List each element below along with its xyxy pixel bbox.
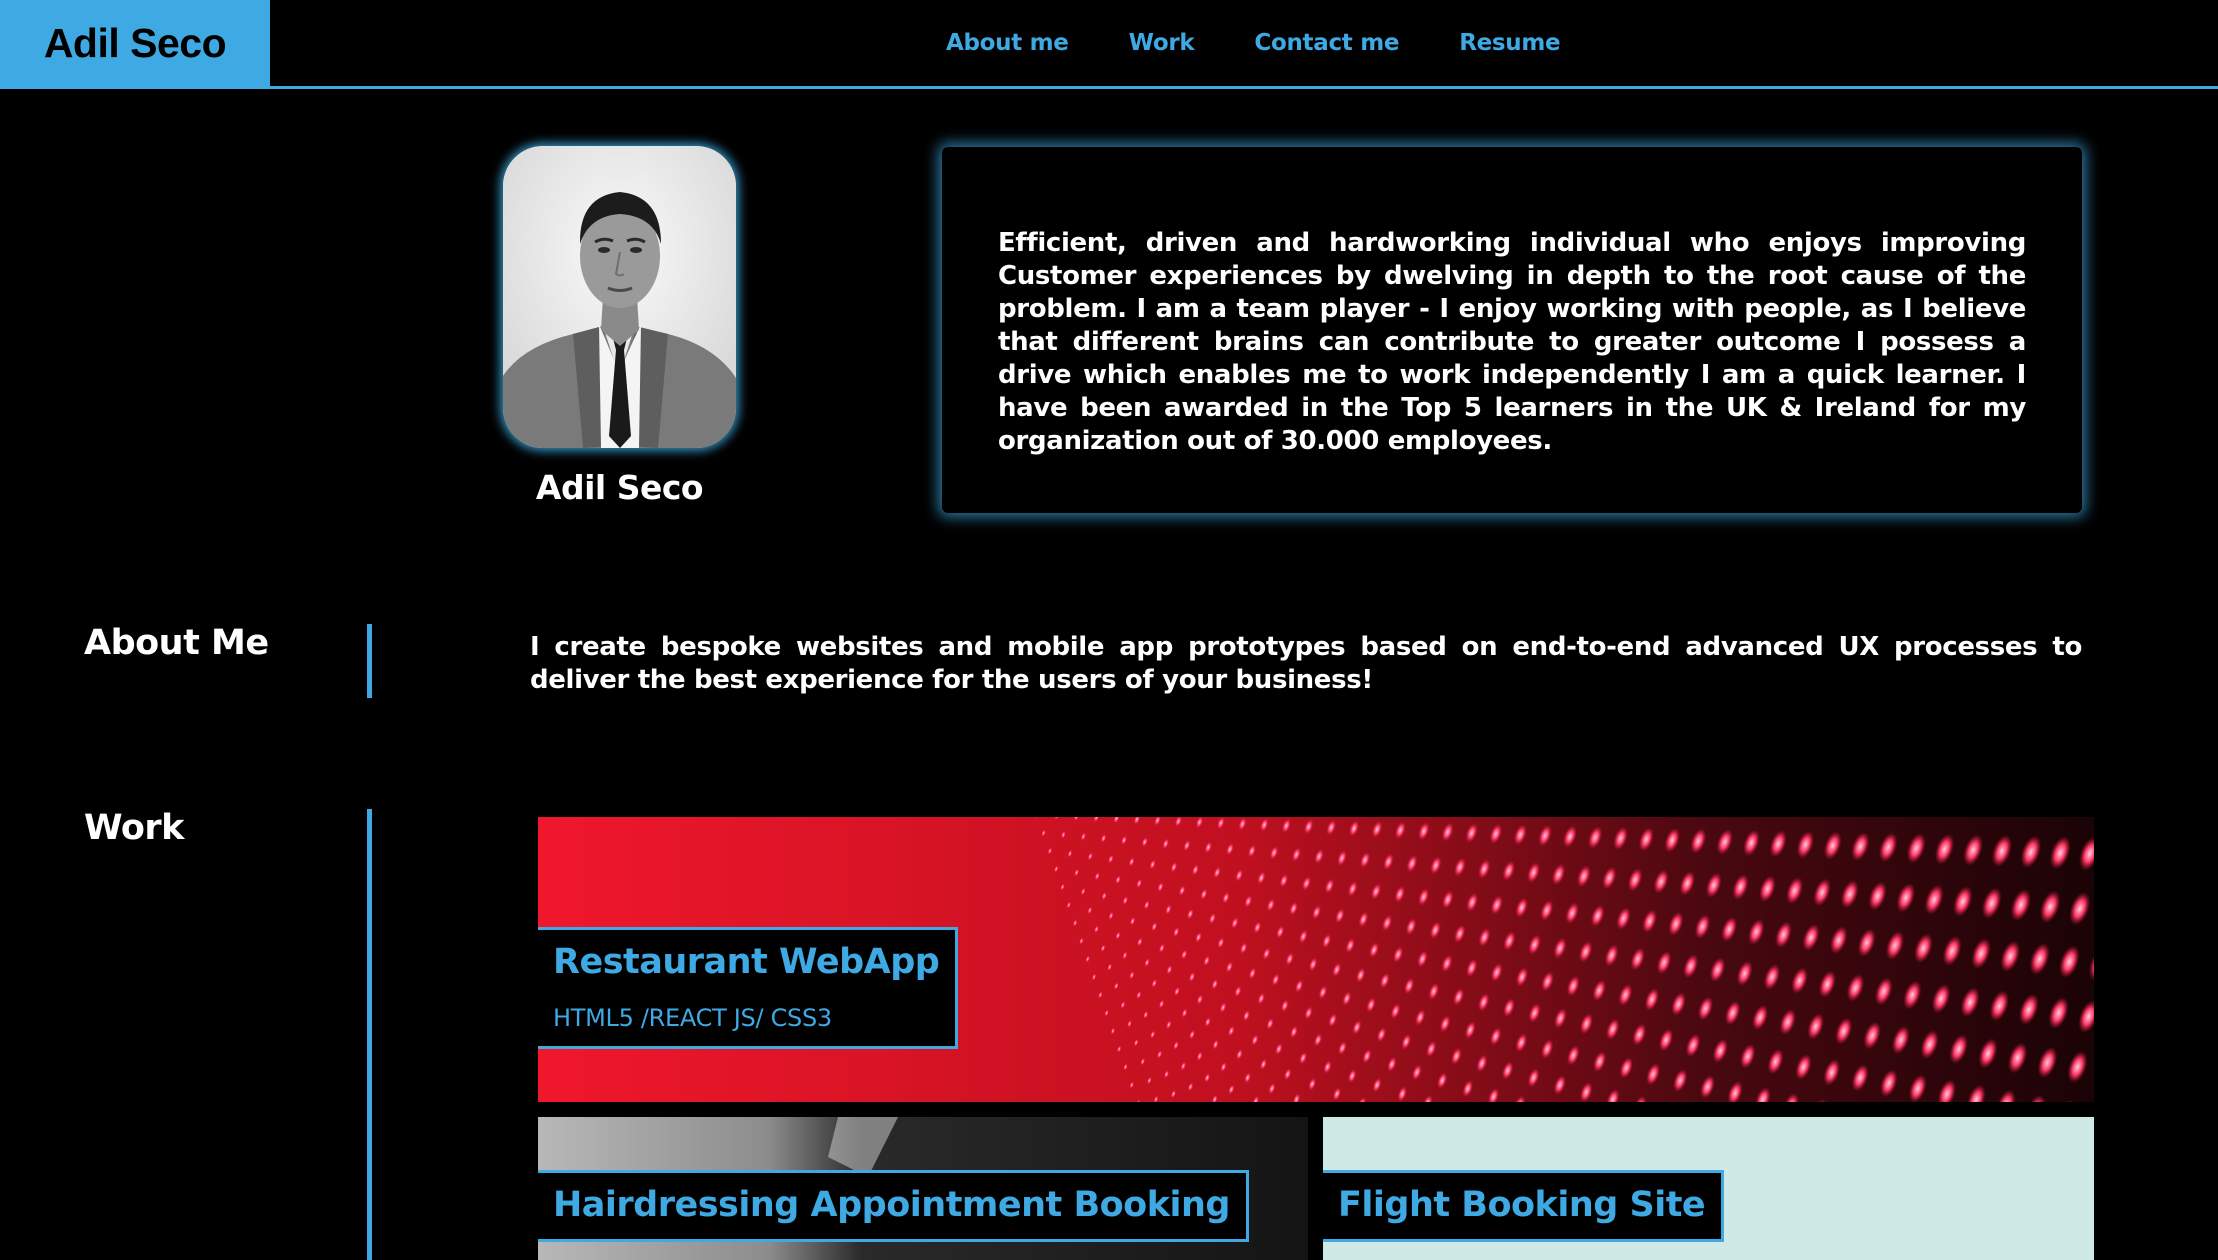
site-logo[interactable]: Adil Seco (0, 0, 270, 86)
nav-about-me[interactable]: About me (946, 30, 1069, 56)
work-divider (367, 809, 372, 1260)
bio-card: Efficient, driven and hardworking indivi… (942, 147, 2082, 513)
nav-work[interactable]: Work (1129, 30, 1195, 56)
project-label: Flight Booking Site (1323, 1170, 1725, 1242)
profile-name: Adil Seco (535, 468, 704, 507)
site-header: Adil Seco About me Work Contact me Resum… (0, 0, 2218, 89)
profile-portrait (503, 146, 736, 448)
project-title[interactable]: Flight Booking Site (1338, 1185, 1706, 1225)
bio-text: Efficient, driven and hardworking indivi… (998, 228, 2026, 456)
work-section-title: Work (84, 808, 184, 848)
project-card-hairdressing[interactable]: Hairdressing Appointment Booking (538, 1117, 1308, 1260)
profile-photo (503, 146, 736, 448)
nav-contact-me[interactable]: Contact me (1254, 30, 1399, 56)
about-divider (367, 624, 372, 698)
project-title[interactable]: Hairdressing Appointment Booking (553, 1185, 1230, 1225)
project-title[interactable]: Restaurant WebApp (553, 942, 940, 982)
nav-resume[interactable]: Resume (1459, 30, 1560, 56)
project-card-flight[interactable]: Flight Booking Site (1323, 1117, 2094, 1260)
project-label: Restaurant WebApp HTML5 /REACT JS/ CSS3 (538, 927, 959, 1049)
main-nav: About me Work Contact me Resume (946, 0, 1620, 86)
project-tech: HTML5 /REACT JS/ CSS3 (553, 1004, 832, 1032)
about-section-title: About Me (84, 623, 269, 663)
about-text: I create bespoke websites and mobile app… (530, 632, 2082, 695)
project-label: Hairdressing Appointment Booking (538, 1170, 1249, 1242)
project-card-restaurant[interactable]: Restaurant WebApp HTML5 /REACT JS/ CSS3 (538, 817, 2094, 1102)
